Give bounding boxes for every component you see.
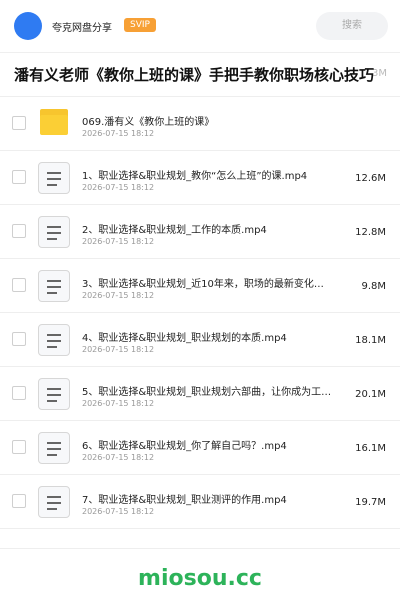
- app-title: 夸克网盘分享: [52, 23, 112, 34]
- row-checkbox[interactable]: [12, 494, 26, 508]
- folder-row[interactable]: 069.潘有义《教你上班的课》 2026-07-15 18:12: [0, 97, 400, 151]
- item-name[interactable]: 4、职业选择&职业规划_职业规划的本质.mp4: [82, 329, 354, 344]
- item-size: 12.8M: [355, 227, 386, 238]
- item-name[interactable]: 7、职业选择&职业规划_职业测评的作用.mp4: [82, 491, 354, 506]
- item-date: 2026-07-15 18:12: [82, 507, 155, 516]
- search-button[interactable]: 搜索: [316, 12, 388, 40]
- row-checkbox[interactable]: [12, 278, 26, 292]
- item-name[interactable]: 069.潘有义《教你上班的课》: [82, 113, 382, 128]
- row-checkbox[interactable]: [12, 224, 26, 238]
- row-checkbox[interactable]: [12, 386, 26, 400]
- row-checkbox[interactable]: [12, 332, 26, 346]
- video-file-icon: [38, 162, 70, 194]
- page-title: 潘有义老师《教你上班的课》手把手教你职场核心技巧: [14, 66, 375, 84]
- item-date: 2026-07-15 18:12: [82, 183, 155, 192]
- file-row[interactable]: 7、职业选择&职业规划_职业测评的作用.mp4 2026-07-15 18:12 1…: [0, 475, 400, 529]
- file-row[interactable]: 6、职业选择&职业规划_你了解自己吗？.mp4 2026-07-15 18:12 1…: [0, 421, 400, 475]
- item-name[interactable]: 5、职业选择&职业规划_职业规划六部曲，让你成为工…: [82, 383, 354, 398]
- item-size: 20.1M: [355, 389, 386, 400]
- video-file-icon: [38, 378, 70, 410]
- top-bar: 夸克网盘分享 SVIP 搜索: [0, 0, 400, 53]
- item-size: 19.7M: [355, 497, 386, 508]
- folder-icon: [40, 109, 68, 135]
- row-checkbox[interactable]: [12, 116, 26, 130]
- item-size: 12.6M: [355, 173, 386, 184]
- row-checkbox[interactable]: [12, 440, 26, 454]
- svip-badge: SVIP: [124, 18, 156, 32]
- item-name[interactable]: 6、职业选择&职业规划_你了解自己吗？.mp4: [82, 437, 354, 452]
- video-file-icon: [38, 216, 70, 248]
- item-name[interactable]: 1、职业选择&职业规划_教你“怎么上班”的课.mp4: [82, 167, 354, 182]
- row-divider: [0, 528, 400, 529]
- file-row[interactable]: 4、职业选择&职业规划_职业规划的本质.mp4 2026-07-15 18:12 1…: [0, 313, 400, 367]
- video-file-icon: [38, 270, 70, 302]
- file-row[interactable]: 5、职业选择&职业规划_职业规划六部曲，让你成为工… 2026-07-15 18:…: [0, 367, 400, 421]
- item-date: 2026-07-15 18:12: [82, 345, 155, 354]
- file-row[interactable]: 2、职业选择&职业规划_工作的本质.mp4 2026-07-15 18:12 12.…: [0, 205, 400, 259]
- list-bottom-divider: [0, 548, 400, 549]
- item-date: 2026-07-15 18:12: [82, 399, 155, 408]
- watermark: miosou.cc: [138, 566, 262, 591]
- avatar[interactable]: [14, 12, 42, 40]
- video-file-icon: [38, 486, 70, 518]
- video-file-icon: [38, 432, 70, 464]
- row-checkbox[interactable]: [12, 170, 26, 184]
- item-size: 16.1M: [355, 443, 386, 454]
- item-size: 18.1M: [355, 335, 386, 346]
- item-date: 2026-07-15 18:12: [82, 291, 155, 300]
- item-name[interactable]: 2、职业选择&职业规划_工作的本质.mp4: [82, 221, 354, 236]
- video-file-icon: [38, 324, 70, 356]
- file-row[interactable]: 3、职业选择&职业规划_近10年来，职场的最新变化… 2026-07-15 18:…: [0, 259, 400, 313]
- item-name[interactable]: 3、职业选择&职业规划_近10年来，职场的最新变化…: [82, 275, 354, 290]
- file-row[interactable]: 1、职业选择&职业规划_教你“怎么上班”的课.mp4 2026-07-15 18:…: [0, 151, 400, 205]
- item-date: 2026-07-15 18:12: [82, 129, 155, 138]
- item-date: 2026-07-15 18:12: [82, 453, 155, 462]
- item-date: 2026-07-15 18:12: [82, 237, 155, 246]
- item-size: 9.8M: [361, 281, 386, 292]
